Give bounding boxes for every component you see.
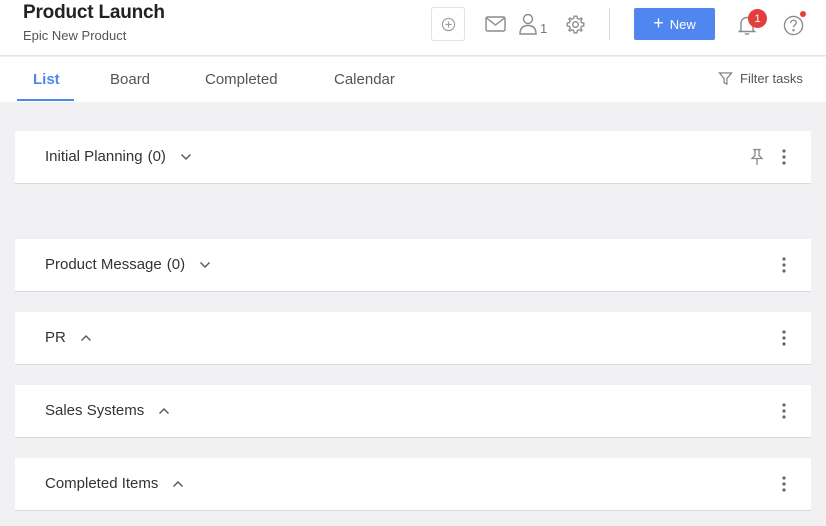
task-group-product-message: Product Message (0) <box>15 239 811 292</box>
filter-tasks-button[interactable]: Filter tasks <box>718 71 803 86</box>
task-group-sales-systems: Sales Systems <box>15 385 811 438</box>
new-button[interactable]: + New <box>634 8 715 40</box>
notifications-badge: 1 <box>748 9 767 28</box>
new-button-label: New <box>669 16 696 32</box>
task-group-pr: PR <box>15 312 811 365</box>
filter-tasks-label: Filter tasks <box>740 71 803 86</box>
task-group-initial-planning: Initial Planning (0) <box>15 131 811 184</box>
group-name: Product Message <box>45 256 162 273</box>
active-tab-indicator <box>17 99 74 101</box>
circle-plus-icon <box>441 17 455 31</box>
group-name: Initial Planning <box>45 148 143 165</box>
project-subtitle: Epic New Product <box>23 28 127 43</box>
chevron-down-icon <box>199 261 211 269</box>
envelope-icon <box>484 16 506 32</box>
group-menu-icon[interactable] <box>779 255 789 275</box>
group-menu-icon[interactable] <box>779 147 789 167</box>
group-name: Sales Systems <box>45 402 145 419</box>
members-count: 1 <box>540 20 548 36</box>
group-toggle[interactable]: Product Message (0) <box>45 256 211 273</box>
project-title: Product Launch <box>23 2 165 23</box>
tab-calendar[interactable]: Calendar <box>334 71 395 88</box>
members-button[interactable]: 1 <box>518 11 554 37</box>
messages-button[interactable] <box>482 12 508 36</box>
group-count: (0) <box>166 256 186 273</box>
add-button[interactable] <box>431 7 465 41</box>
plus-icon: + <box>653 13 664 33</box>
chevron-down-icon <box>180 153 192 161</box>
help-indicator-dot <box>800 11 806 17</box>
toolbar-divider <box>609 8 610 40</box>
group-toggle[interactable]: Initial Planning (0) <box>45 148 192 165</box>
group-toggle[interactable]: Sales Systems <box>45 402 170 419</box>
task-group-completed-items: Completed Items <box>15 458 811 511</box>
gear-icon <box>566 15 584 33</box>
chevron-up-icon <box>158 407 170 415</box>
group-name: PR <box>45 329 66 346</box>
tab-list[interactable]: List <box>33 71 60 88</box>
group-menu-icon[interactable] <box>779 328 789 348</box>
group-menu-icon[interactable] <box>779 401 789 421</box>
pin-icon[interactable] <box>749 148 765 166</box>
question-icon <box>783 15 803 35</box>
chevron-up-icon <box>172 480 184 488</box>
group-toggle[interactable]: Completed Items <box>45 475 184 492</box>
group-name: Completed Items <box>45 475 159 492</box>
group-toggle[interactable]: PR <box>45 329 92 346</box>
view-tabs: List Board Completed Calendar Filter tas… <box>0 57 826 102</box>
tab-board[interactable]: Board <box>110 71 150 88</box>
group-menu-icon[interactable] <box>779 474 789 494</box>
funnel-icon <box>718 72 733 86</box>
group-count: (0) <box>147 148 166 165</box>
tab-completed[interactable]: Completed <box>205 71 278 88</box>
settings-button[interactable] <box>563 11 587 37</box>
user-icon <box>519 13 537 35</box>
chevron-up-icon <box>80 334 92 342</box>
top-bar: Product Launch Epic New Product 1 + New … <box>0 0 826 56</box>
